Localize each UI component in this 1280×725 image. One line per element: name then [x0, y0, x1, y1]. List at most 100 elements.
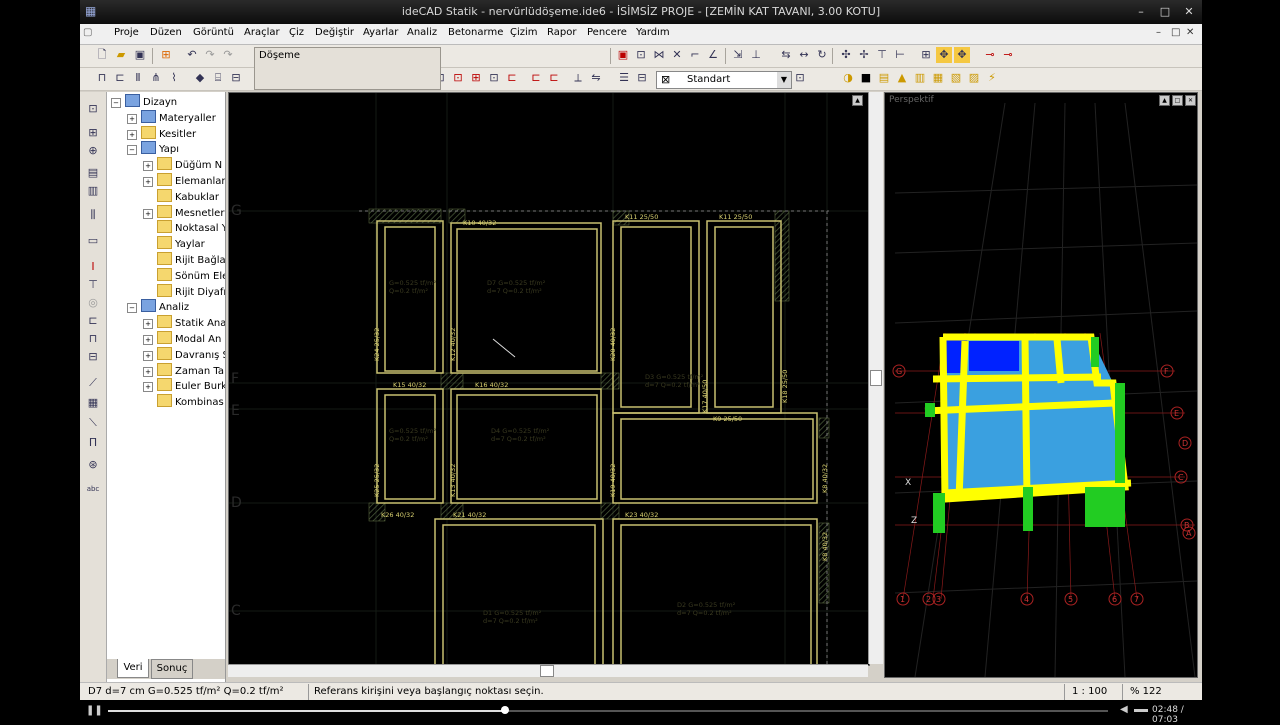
tree-item[interactable]: + Düğüm N — [143, 157, 222, 172]
menu-goruntu[interactable]: Görüntü — [193, 27, 234, 38]
beam-palette-icon[interactable]: ⫼ — [85, 208, 101, 222]
slab-frame-icon[interactable]: ⊡ — [450, 70, 466, 86]
expand-icon[interactable]: + — [143, 319, 153, 330]
shade-icon[interactable]: ▤ — [876, 70, 892, 86]
beam-icon[interactable]: ⋔ — [148, 70, 164, 86]
layer2-icon[interactable]: ⊏ — [546, 70, 562, 86]
rotate-icon[interactable]: ↻ — [814, 47, 830, 63]
menu-degistir[interactable]: Değiştir — [315, 27, 354, 38]
tree-item[interactable]: Kabuklar — [143, 188, 219, 203]
hscroll-thumb[interactable] — [540, 665, 554, 677]
move-icon[interactable]: ⇲ — [730, 47, 746, 63]
save-icon[interactable]: ▣ — [132, 47, 148, 63]
stair-palette-icon[interactable]: ⊤ — [85, 278, 101, 292]
ortho-icon[interactable]: ✥ — [954, 47, 970, 63]
volume-slider[interactable] — [1134, 709, 1148, 712]
plan-canvas[interactable]: G FE D C K10 40/32 K11 25/50 K11 25/50 K24 25/3… — [229, 93, 869, 665]
shade7-icon[interactable]: ⚡ — [984, 70, 1000, 86]
steel-palette-icon[interactable]: ⊛ — [85, 458, 101, 472]
foundation-palette-icon[interactable]: ⊏ — [85, 314, 101, 328]
perspective-view[interactable]: Perspektif ▲ □ ✕ 1 2 3 4 5 6 7 G F E D C… — [884, 92, 1198, 678]
shade5-icon[interactable]: ▧ — [948, 70, 964, 86]
plan-view-restore-button[interactable]: ▲ — [852, 95, 863, 106]
column-icon[interactable]: Ⅱ — [130, 70, 146, 86]
expand-icon[interactable]: + — [143, 161, 153, 172]
cross-tool-icon[interactable]: ✕ — [669, 47, 685, 63]
redo-all-icon[interactable]: ↷ — [220, 47, 236, 63]
snap-icon[interactable]: ✣ — [838, 47, 854, 63]
properties-icon[interactable]: ⊞ — [158, 47, 174, 63]
mdi-minimize-button[interactable]: – — [1156, 27, 1161, 38]
render-icon[interactable]: ◑ — [840, 70, 856, 86]
menu-duzen[interactable]: Düzen — [150, 27, 182, 38]
menu-ayarlar[interactable]: Ayarlar — [363, 27, 398, 38]
redo-icon[interactable]: ↷ — [202, 47, 218, 63]
open-folder-icon[interactable]: ▰ — [113, 47, 129, 63]
tree-item[interactable]: + Statik Ana — [143, 315, 225, 330]
volume-icon[interactable]: ◀ — [1120, 704, 1128, 715]
plan-horizontal-scrollbar[interactable] — [228, 664, 868, 677]
collapse-icon[interactable]: − — [127, 145, 137, 156]
menu-yardim[interactable]: Yardım — [636, 27, 670, 38]
collapse-icon[interactable]: − — [127, 303, 137, 314]
tab-veri[interactable]: Veri — [117, 659, 149, 678]
tree-item[interactable]: − Analiz — [127, 299, 189, 314]
menu-rapor[interactable]: Rapor — [547, 27, 576, 38]
plan-vertical-scrollbar[interactable] — [868, 92, 883, 664]
vscroll-thumb[interactable] — [870, 370, 882, 386]
maximize-button[interactable]: □ — [1154, 3, 1176, 20]
shade3-icon[interactable]: ▥ — [912, 70, 928, 86]
snap-mid-icon[interactable]: ✢ — [856, 47, 872, 63]
tree-item[interactable]: Rijit Diyafr — [143, 283, 225, 298]
close-button[interactable]: ✕ — [1178, 3, 1200, 20]
menu-betonarme[interactable]: Betonarme — [448, 27, 503, 38]
mirror-icon[interactable]: ⇆ — [778, 47, 794, 63]
tree-item[interactable]: + Zaman Ta — [143, 362, 224, 377]
expand-icon[interactable]: + — [143, 208, 153, 219]
wall-tool-icon[interactable]: ⋈ — [651, 47, 667, 63]
shade2-icon[interactable]: ▲ — [894, 70, 910, 86]
new-file-icon[interactable]: 🗋 — [94, 47, 110, 63]
foundation-icon[interactable]: ⊟ — [228, 70, 244, 86]
line-palette-icon[interactable]: ⟋ — [85, 376, 101, 390]
beam-tool-icon[interactable]: ⊡ — [633, 47, 649, 63]
tree-item[interactable]: Rijit Bağla — [143, 252, 225, 266]
expand-icon[interactable]: + — [143, 350, 153, 361]
mdi-restore-button[interactable]: □ — [1171, 27, 1180, 38]
layer-manager-icon[interactable]: ⊡ — [792, 70, 808, 86]
tree-item[interactable]: − Dizayn — [111, 94, 177, 108]
tree-item[interactable]: − Yapı — [127, 141, 179, 156]
tree-item[interactable]: Kombinas — [143, 394, 224, 408]
mdi-close-button[interactable]: ✕ — [1186, 27, 1194, 38]
shade6-icon[interactable]: ▨ — [966, 70, 982, 86]
menu-pencere[interactable]: Pencere — [587, 27, 627, 38]
layer-checkbox-icon[interactable]: ⊠ — [661, 73, 670, 86]
expand-icon[interactable]: + — [143, 382, 153, 393]
tree-item[interactable]: + Elemanlar — [143, 173, 225, 187]
hatch-palette-icon[interactable]: ▦ — [85, 396, 101, 410]
slab-flag-icon[interactable]: ⊏ — [504, 70, 520, 86]
measure-icon[interactable]: ⊸ — [982, 47, 998, 63]
menu-araclar[interactable]: Araçlar — [244, 27, 280, 38]
expand-icon[interactable]: + — [127, 129, 137, 140]
menu-proje[interactable]: Proje — [114, 27, 139, 38]
status-scale[interactable]: 1 : 100 — [1072, 686, 1107, 697]
column-palette-icon[interactable]: ▥ — [85, 184, 101, 198]
expand-icon[interactable]: + — [143, 335, 153, 345]
status-zoom[interactable]: % 122 — [1130, 686, 1162, 697]
seek-handle[interactable] — [501, 706, 509, 714]
snap-perp-icon[interactable]: ⊢ — [892, 47, 908, 63]
angle-tool-icon[interactable]: ∠ — [705, 47, 721, 63]
column-tool-icon[interactable]: ▣ — [615, 47, 631, 63]
tree-item[interactable]: Noktasal Y — [143, 220, 225, 234]
slab-mesh-icon[interactable]: ⊞ — [468, 70, 484, 86]
shade4-icon[interactable]: ▦ — [930, 70, 946, 86]
slab-palette-icon[interactable]: ▭ — [85, 234, 101, 248]
trim-tool-icon[interactable]: ⌐ — [687, 47, 703, 63]
menu-analiz[interactable]: Analiz — [407, 27, 437, 38]
solid-icon[interactable]: ■ — [858, 70, 874, 86]
slab-check-icon[interactable]: ⊡ — [486, 70, 502, 86]
tree-item[interactable]: + Mesnetler — [143, 204, 224, 219]
frame-palette-icon[interactable]: Π — [85, 436, 101, 450]
load-palette-icon[interactable]: ⊟ — [85, 350, 101, 364]
